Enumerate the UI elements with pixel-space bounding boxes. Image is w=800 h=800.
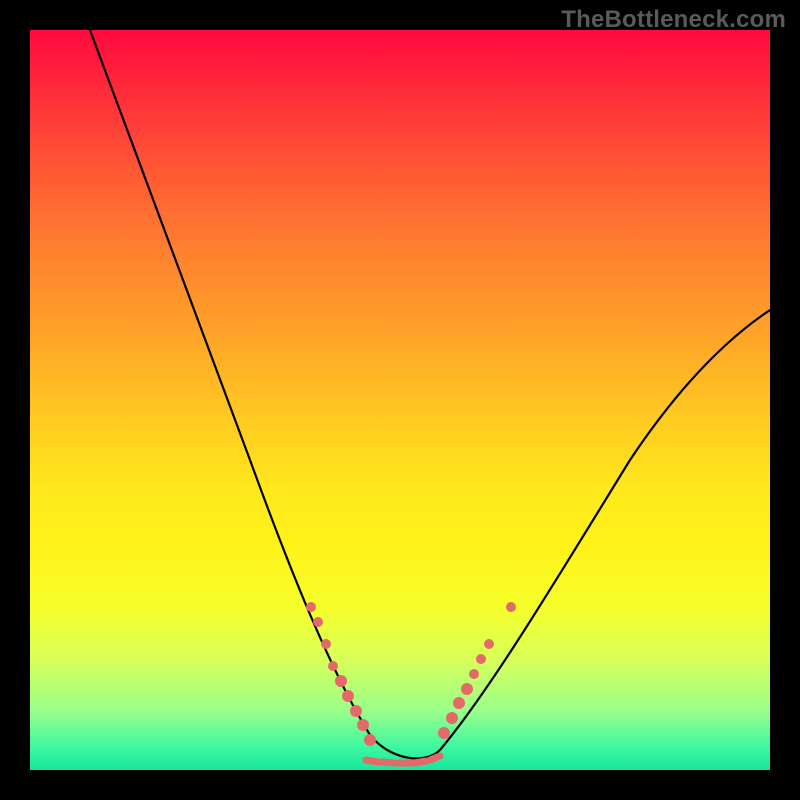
marker-dot	[364, 734, 376, 746]
right-marker-cluster	[438, 602, 516, 739]
marker-dot	[446, 712, 458, 724]
chart-frame: TheBottleneck.com	[0, 0, 800, 800]
plot-area	[30, 30, 770, 770]
watermark-text: TheBottleneck.com	[561, 6, 786, 34]
marker-dot	[438, 727, 450, 739]
marker-dot	[313, 617, 323, 627]
marker-dot	[328, 661, 338, 671]
marker-dot	[342, 690, 354, 702]
marker-dot	[335, 675, 347, 687]
bottleneck-curve	[90, 30, 770, 758]
marker-dot	[461, 683, 473, 695]
marker-dash	[382, 762, 394, 763]
marker-dot	[506, 602, 516, 612]
marker-dot	[306, 602, 316, 612]
chart-svg	[30, 30, 770, 770]
marker-dot	[357, 719, 369, 731]
marker-dot	[484, 639, 494, 649]
marker-dot	[321, 639, 331, 649]
bottom-marker-band	[366, 756, 440, 763]
marker-dash	[414, 761, 426, 763]
marker-dot	[469, 669, 479, 679]
marker-dot	[476, 654, 486, 664]
marker-dash	[366, 760, 378, 762]
marker-dot	[350, 705, 362, 717]
marker-dot	[453, 697, 465, 709]
marker-dash	[430, 756, 440, 760]
left-marker-cluster	[306, 602, 376, 746]
